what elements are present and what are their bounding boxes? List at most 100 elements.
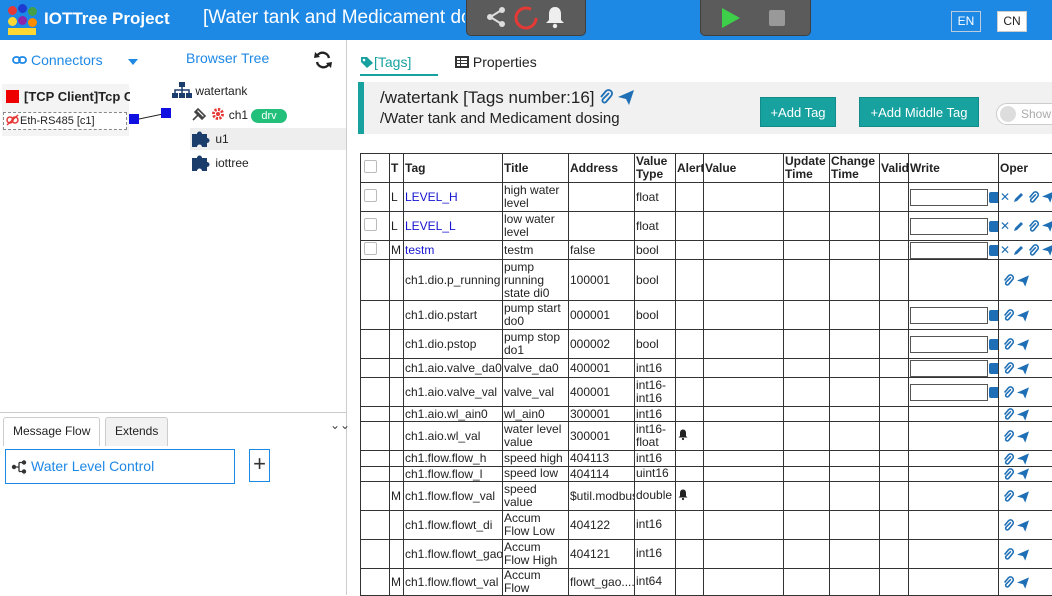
bell-icon[interactable]	[677, 428, 689, 441]
paperclip-icon[interactable]	[1028, 244, 1039, 257]
write-button[interactable]	[989, 387, 999, 398]
tree-node-u1[interactable]: u1	[190, 128, 346, 150]
tag-name[interactable]: LEVEL_H	[405, 190, 458, 204]
paperclip-icon[interactable]	[1003, 362, 1014, 375]
connector-channel-item[interactable]: Eth-RS485 [c1]	[3, 112, 127, 130]
send-icon[interactable]	[1017, 431, 1029, 443]
paperclip-icon[interactable]	[1003, 386, 1014, 399]
bell-icon[interactable]	[677, 488, 689, 501]
lang-en-button[interactable]: EN	[951, 11, 981, 32]
send-icon[interactable]	[1042, 220, 1052, 232]
row-checkbox[interactable]	[364, 242, 377, 255]
send-icon[interactable]	[1017, 275, 1029, 287]
tree-node-ch1[interactable]: ch1 drv	[190, 104, 320, 126]
send-icon[interactable]	[1042, 244, 1052, 256]
edit-icon[interactable]	[1013, 244, 1025, 256]
driver-badge[interactable]: drv	[251, 109, 286, 123]
stop-icon[interactable]	[768, 9, 786, 27]
play-icon[interactable]	[718, 6, 742, 30]
table-row[interactable]: ch1.aio.wl_ain0wl_ain0300001int16	[361, 407, 1052, 422]
send-icon[interactable]	[1017, 520, 1029, 532]
paperclip-icon[interactable]	[1028, 191, 1039, 204]
paperclip-icon[interactable]	[1003, 430, 1014, 443]
delete-icon[interactable]: ✕	[1000, 243, 1010, 257]
connectors-button[interactable]: Connectors	[12, 52, 103, 68]
send-icon[interactable]	[1017, 363, 1029, 375]
paperclip-icon[interactable]	[1003, 453, 1014, 466]
send-icon[interactable]	[1017, 453, 1029, 465]
write-button[interactable]	[989, 310, 999, 321]
write-value-input[interactable]	[910, 307, 988, 324]
write-value-input[interactable]	[910, 189, 988, 206]
write-button[interactable]	[989, 192, 999, 203]
tab-tags[interactable]: [Tags]	[360, 48, 438, 76]
send-icon[interactable]	[1017, 310, 1029, 322]
tab-properties[interactable]: Properties	[455, 48, 537, 76]
paperclip-icon[interactable]	[1028, 220, 1039, 233]
row-checkbox[interactable]	[364, 189, 377, 202]
table-row[interactable]: ch1.dio.pstoppump stop do1000002bool	[361, 330, 1052, 359]
paperclip-icon[interactable]	[1003, 309, 1014, 322]
tab-extends[interactable]: Extends	[105, 417, 168, 446]
send-icon[interactable]	[1017, 468, 1029, 480]
channel-port[interactable]	[161, 108, 171, 118]
table-row[interactable]: ch1.flow.flowt_gaoAccum Flow High404121i…	[361, 539, 1052, 568]
paperclip-icon[interactable]	[1003, 576, 1014, 589]
lang-cn-button[interactable]: CN	[997, 11, 1027, 32]
write-value-input[interactable]	[910, 218, 988, 235]
table-row[interactable]: ch1.flow.flow_lspeed low404114uint16	[361, 466, 1052, 481]
table-row[interactable]: Mch1.flow.flow_valspeed value$util.modbu…	[361, 481, 1052, 510]
chevron-down-icon[interactable]	[128, 59, 138, 65]
table-row[interactable]: Mch1.flow.flowt_valAccum Flowflowt_gao..…	[361, 568, 1052, 595]
paperclip-icon[interactable]	[1003, 490, 1014, 503]
send-icon[interactable]	[618, 90, 634, 105]
add-tag-button[interactable]: +Add Tag	[760, 97, 836, 127]
paperclip-icon[interactable]	[1003, 468, 1014, 481]
tab-message-flow[interactable]: Message Flow	[3, 417, 100, 446]
send-icon[interactable]	[1017, 339, 1029, 351]
paperclip-icon[interactable]	[1003, 274, 1014, 287]
connector-port[interactable]	[129, 114, 139, 124]
add-middle-tag-button[interactable]: +Add Middle Tag	[859, 97, 979, 127]
table-row[interactable]: ch1.aio.wl_valwater level value300001int…	[361, 422, 1052, 451]
table-row[interactable]: Mtestmtestmfalsebool✕	[361, 241, 1052, 260]
send-icon[interactable]	[1017, 409, 1029, 421]
send-icon[interactable]	[1017, 491, 1029, 503]
select-all-header[interactable]	[361, 154, 390, 183]
tag-name[interactable]: LEVEL_L	[405, 219, 456, 233]
send-icon[interactable]	[1042, 191, 1052, 203]
share-icon[interactable]	[484, 5, 508, 29]
write-value-input[interactable]	[910, 242, 988, 259]
paperclip-icon[interactable]	[1003, 548, 1014, 561]
bell-icon[interactable]	[543, 5, 567, 29]
browser-tree-button[interactable]: Browser Tree	[186, 50, 269, 66]
table-row[interactable]: ch1.flow.flow_hspeed high404113int16	[361, 451, 1052, 466]
row-checkbox[interactable]	[364, 218, 377, 231]
paperclip-icon[interactable]	[1003, 408, 1014, 421]
send-icon[interactable]	[1017, 387, 1029, 399]
send-icon[interactable]	[1017, 549, 1029, 561]
table-row[interactable]: ch1.dio.p_runningpump running state di01…	[361, 260, 1052, 301]
write-button[interactable]	[989, 221, 999, 232]
edit-icon[interactable]	[1013, 191, 1025, 203]
paperclip-icon[interactable]	[1003, 338, 1014, 351]
delete-icon[interactable]: ✕	[1000, 219, 1010, 233]
write-button[interactable]	[989, 245, 999, 256]
select-all-checkbox[interactable]	[364, 160, 377, 173]
tree-node-watertank[interactable]: watertank	[172, 80, 342, 102]
tag-name[interactable]: testm	[405, 243, 434, 257]
delete-icon[interactable]: ✕	[1000, 190, 1010, 204]
write-button[interactable]	[989, 363, 999, 374]
table-row[interactable]: LLEVEL_Hhigh water levelfloat✕	[361, 183, 1052, 212]
table-row[interactable]: ch1.aio.valve_valvalve_val400001int16-in…	[361, 378, 1052, 407]
flow-item-water-level-control[interactable]: Water Level Control	[5, 449, 235, 484]
table-row[interactable]: LLEVEL_Llow water levelfloat✕	[361, 212, 1052, 241]
write-value-input[interactable]	[910, 336, 988, 353]
paperclip-icon[interactable]	[1003, 519, 1014, 532]
refresh-icon[interactable]	[313, 50, 333, 70]
tree-node-iottree[interactable]: iottree	[190, 152, 320, 174]
paperclip-icon[interactable]	[599, 89, 613, 105]
send-icon[interactable]	[1017, 577, 1029, 589]
connector-node[interactable]: [TCP Client]Tcp Client Eth-RS485 [c1]	[2, 84, 129, 136]
edit-icon[interactable]	[1013, 220, 1025, 232]
